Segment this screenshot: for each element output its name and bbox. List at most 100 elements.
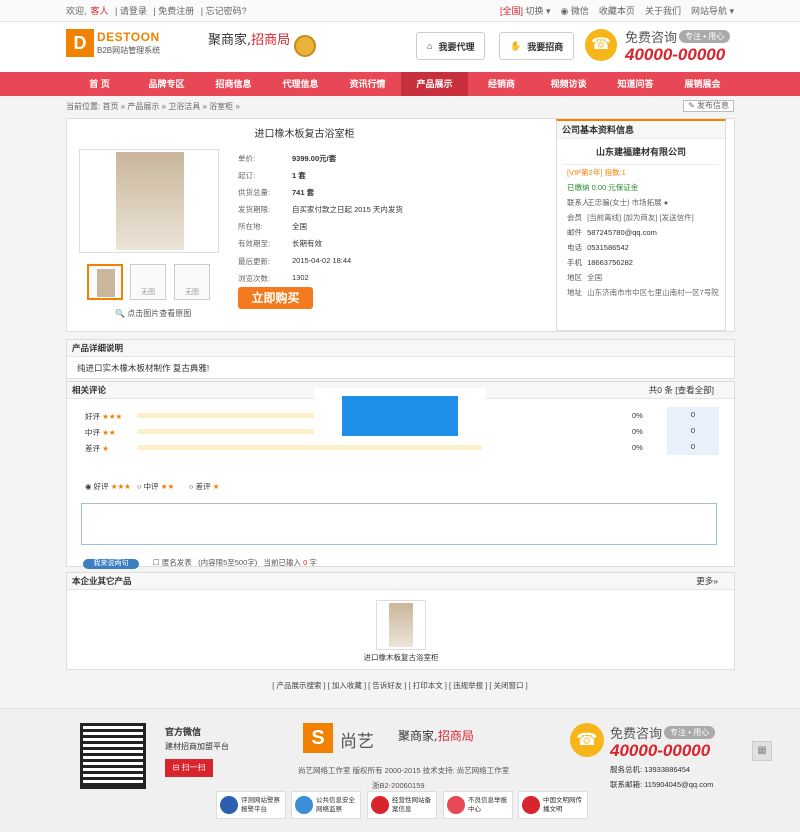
copyright-text: 尚艺网络工作室 版权所有 2000-2015 技术支持: 尚艺网络工作室 [298,766,510,775]
brand-name: 尚艺 [340,732,374,751]
spec-row: 发货期限: 自买家付款之日起 2015 天内发货 [238,205,403,215]
bad-pct: 0% [632,443,643,452]
scan-icon: ⊟ [172,763,180,772]
comment-options: ☐ 匿名发表 (内容限5至500字) 当前已输入 0 字 [153,558,317,567]
contact-line: 联系人 王忠骗(女士) 市场拓展 ● [567,198,669,207]
main-nav: 首 页 品牌专区 招商信息 代理信息 资讯行情 产品展示 经销商 视频访谈 知道… [0,72,800,96]
consult-tag: 专注 • 用心 [679,30,731,43]
rate-good-radio[interactable]: ◉ 好评 ★★★ [85,481,131,492]
forgot-link[interactable]: 忘记密码? [206,6,247,16]
scan-button[interactable]: ⊟ 扫一扫 [165,759,213,777]
phone-icon: ☎ [585,29,617,61]
area-line: 地区 全国 [567,273,603,282]
email-line: 邮件 587245780@qq.com [567,228,657,237]
wechat-link[interactable]: ◉ 微信 [561,4,589,17]
ad-image[interactable] [342,396,458,436]
bad-bar [137,445,482,450]
qr-float-icon[interactable]: ▦ [752,741,772,761]
register-link[interactable]: 免费注册 [158,6,194,16]
spec-row: 最后更新: 2015-04-02 18:44 [238,255,352,266]
mobile-line: 手机 18663756282 [567,258,633,267]
guest-text: 客人 [90,6,109,16]
thumb-1[interactable] [87,264,123,300]
hotline-number: 40000-00000 [625,45,726,64]
bad-count: 0 [667,439,719,455]
bookmark-link[interactable]: 收藏本页 [599,4,635,17]
other-products-panel: 本企业其它产品 更多» 进口橡木板复古浴室柜 [66,572,735,670]
product-main-image[interactable] [79,149,219,253]
nav-products[interactable]: 产品展示 [401,72,468,96]
buy-now-button[interactable]: 立即购买 [238,287,313,309]
publish-button[interactable]: ✎ 发布信息 [683,100,734,112]
nav-dealers[interactable]: 经销商 [468,72,535,96]
about-link[interactable]: 关于我们 [645,4,681,17]
region-switch[interactable]: 切换 [525,6,543,16]
agent-button[interactable]: ⌂ 我要代理 [416,32,486,60]
nav-news[interactable]: 资讯行情 [334,72,401,96]
nav-brands[interactable]: 品牌专区 [133,72,200,96]
rate-mid-radio[interactable]: ○ 中评 ★★ [137,481,174,492]
shop-icon: ⌂ [427,41,433,51]
site-footer: 官方微信 建材招商加盟平台 ⊟ 扫一扫 S 尚艺 聚商家,招商局 尚艺网络工作室… [0,708,800,832]
invest-button[interactable]: ✋ 我要招商 [499,32,575,60]
nav-home[interactable]: 首 页 [66,72,133,96]
emblem-icon [371,796,389,814]
sitenav-menu[interactable]: 网站导航 ▾ [691,4,734,17]
magnifier-icon: 🔍 [115,309,125,318]
spec-row: 供货总量: 741 套 [238,188,315,198]
nav-video[interactable]: 视频访谈 [535,72,602,96]
welcome-text: 欢迎, [66,6,87,16]
deposit-line: 已缴纳 0.00 元保证金 [567,183,639,192]
comment-textarea[interactable] [81,503,717,545]
member-line: 会员 [当前离线] [加为商友] [发送信件] [567,213,694,222]
spec-row: 起订: 1 套 [238,171,306,181]
qq-icon[interactable]: ● [664,198,669,207]
zoom-hint[interactable]: 🔍 点击图片查看原图 [115,308,191,319]
mid-count: 0 [667,423,719,439]
thumb-2[interactable]: 无图 [130,264,166,300]
anon-checkbox[interactable]: ☐ 匿名发表 [153,558,192,567]
badge-record[interactable]: 经营性网站备案信息 [367,791,437,819]
consult-label: 免费咨询 [625,30,678,45]
good-label: 好评 ★★★ [85,412,123,421]
company-card: 公司基本资料信息 山东建福建材有限公司 [VIP第2年] 指数:1 已缴纳 0.… [556,119,726,331]
action-links[interactable]: [ 产品展示搜索 ] [ 加入收藏 ] [ 告诉好友 ] [ 打印本文 ] [ … [0,680,800,691]
mid-label: 中评 ★★ [85,428,116,437]
detail-header: 产品详细说明 [67,340,734,357]
company-header: 公司基本资料信息 [557,121,725,139]
comments-panel: 相关评论 共0 条 [查看全部] 好评 ★★★ 0% 0 中评 ★★ 0% 0 … [66,381,735,569]
more-link[interactable]: 更多» [696,573,718,590]
footer-tel: 服务总机: 13933886454 [610,765,691,774]
footer-phone-icon: ☎ [570,723,604,757]
rate-bad-radio[interactable]: ○ 差评 ★ [189,481,219,492]
company-name[interactable]: 山东建福建材有限公司 [563,139,719,165]
comment-total: 0 [657,385,662,395]
footer-slogan: 聚商家,招商局 [398,729,474,743]
view-all-link[interactable]: [查看全部] [675,385,714,395]
footer-hotline: 40000-00000 [610,741,711,760]
badge-security[interactable]: 公共信息安全网络监察 [291,791,361,819]
login-link[interactable]: 请登录 [120,6,147,16]
other-product-name[interactable]: 进口橡木板复古浴室柜 [351,652,451,663]
hotline-box: ☎ 免费咨询 专注 • 用心 40000-00000 [585,27,745,67]
submit-comment-button[interactable]: 我来说两句 [83,559,139,569]
badge-civil[interactable]: 中国文明网传播文明 [518,791,588,819]
brand-logo-icon: S [303,723,333,753]
spec-row: 单价: 9399.00元/套 [238,154,337,163]
qr-code [80,723,146,789]
police-icon [220,796,238,814]
cabinet-image [116,152,184,250]
nav-invest[interactable]: 招商信息 [200,72,267,96]
thumb-3[interactable]: 无图 [174,264,210,300]
nav-agent[interactable]: 代理信息 [267,72,334,96]
badge-report[interactable]: 不良信息举报中心 [443,791,513,819]
nav-expo[interactable]: 展销展会 [669,72,736,96]
good-count: 0 [667,407,719,423]
other-product-image[interactable] [376,600,426,650]
site-header: D DESTOON B2B网站管理系统 聚商家,招商局 ⌂ 我要代理 ✋ 我要招商 … [0,22,800,72]
top-bar: 欢迎, 客人 | 请登录 | 免费注册 | 忘记密码? [全国] 切换 ▾ ◉ 微… [0,0,800,22]
shield-icon [295,796,313,814]
badge-police[interactable]: 评测网站警察报警平台 [216,791,286,819]
nav-qa[interactable]: 知道问答 [602,72,669,96]
site-logo[interactable]: D DESTOON B2B网站管理系统 [66,29,168,61]
